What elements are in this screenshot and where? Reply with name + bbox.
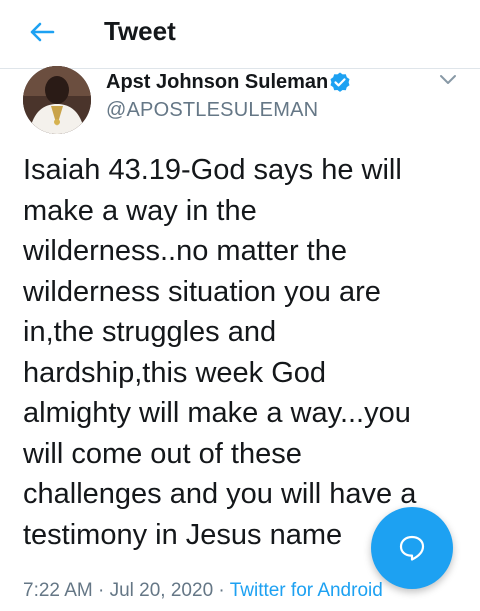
meta-separator: · <box>218 580 225 601</box>
avatar-image <box>23 66 91 134</box>
tweet-options-button[interactable] <box>434 68 462 92</box>
tweet-meta: 7:22 AM · Jul 20, 2020 · Twitter for And… <box>23 577 383 605</box>
back-button[interactable] <box>20 14 64 50</box>
meta-separator: · <box>98 580 105 601</box>
avatar[interactable] <box>23 66 91 134</box>
reply-bubble-icon <box>399 535 425 561</box>
verified-badge-icon <box>330 72 350 92</box>
arrow-left-icon <box>30 22 55 42</box>
author-handle[interactable]: @APOSTLESULEMAN <box>106 96 318 124</box>
page-title: Tweet <box>104 16 176 46</box>
tweet-text: Isaiah 43.19-God says he will make a way… <box>23 154 417 551</box>
reply-fab-button[interactable] <box>371 507 453 589</box>
author-name[interactable]: Apst Johnson Suleman <box>106 68 328 96</box>
tweet-date: Jul 20, 2020 <box>109 580 214 601</box>
tweet-time: 7:22 AM <box>23 580 93 601</box>
top-app-bar: Tweet <box>0 0 480 69</box>
tweet-source-link[interactable]: Twitter for Android <box>230 580 383 601</box>
tweet-detail-screen: Tweet Apst Johnson Suleman @APOSTLESULEM… <box>0 0 480 611</box>
chevron-down-icon <box>440 75 456 84</box>
